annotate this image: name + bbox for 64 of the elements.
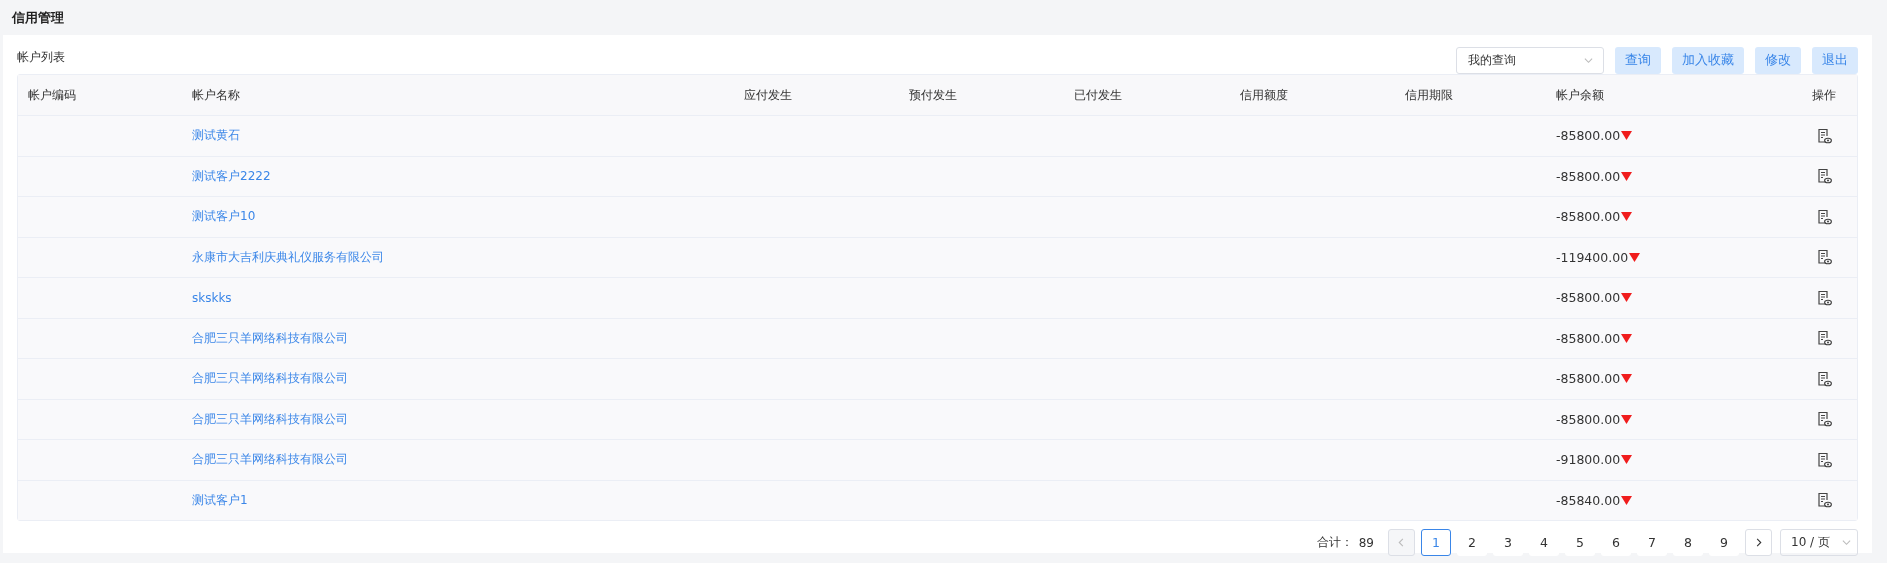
column-header: 帐户编码	[27, 86, 77, 104]
toolbar-button[interactable]: 加入收藏	[1672, 47, 1744, 74]
account-name-link[interactable]: 合肥三只羊网络科技有限公司	[182, 370, 348, 388]
account-name-link[interactable]: 测试客户10	[182, 208, 256, 226]
toolbar-button[interactable]: 退出	[1812, 47, 1858, 74]
view-document-icon[interactable]	[1816, 370, 1832, 387]
balance-value: -85800.00	[1556, 290, 1621, 306]
chevron-down-icon	[1584, 56, 1593, 65]
query-select[interactable]: 我的查询	[1456, 47, 1604, 74]
down-arrow-icon	[1621, 130, 1633, 142]
view-document-icon[interactable]	[1816, 168, 1832, 185]
view-document-icon[interactable]	[1816, 289, 1832, 306]
balance-value: -85800.00	[1556, 128, 1621, 144]
balance-value: -119400.00	[1556, 249, 1629, 265]
chevron-down-icon	[1842, 538, 1851, 547]
view-document-icon[interactable]	[1816, 208, 1832, 225]
total-label: 合计：	[1316, 534, 1353, 551]
view-document-icon[interactable]	[1816, 451, 1832, 468]
column-header: 已付发生	[1073, 86, 1123, 104]
view-document-icon[interactable]	[1816, 492, 1832, 509]
account-name-link[interactable]: 测试黄石	[182, 127, 240, 145]
account-name-link[interactable]: 合肥三只羊网络科技有限公司	[182, 410, 348, 428]
panel-title: 帐户列表	[17, 49, 65, 66]
down-arrow-icon	[1621, 373, 1633, 385]
toolbar-button[interactable]: 查询	[1615, 47, 1661, 74]
view-document-icon[interactable]	[1816, 411, 1832, 428]
column-header: 帐户名称	[191, 86, 241, 104]
column-header: 信用期限	[1404, 86, 1454, 104]
toolbar-button[interactable]: 修改	[1755, 47, 1801, 74]
down-arrow-icon	[1621, 332, 1633, 344]
column-header: 帐户余额	[1555, 86, 1605, 104]
down-arrow-icon	[1621, 170, 1633, 182]
column-header: 应付发生	[743, 86, 793, 104]
account-name-link[interactable]: 测试客户2222	[182, 167, 271, 185]
down-arrow-icon	[1621, 211, 1633, 223]
column-header: 预付发生	[908, 86, 958, 104]
balance-value: -85800.00	[1556, 330, 1621, 346]
account-name-link[interactable]: 测试客户1	[182, 491, 248, 509]
chevron-left-icon	[1397, 538, 1406, 547]
balance-value: -85800.00	[1556, 209, 1621, 225]
down-arrow-icon	[1621, 292, 1633, 304]
page-button[interactable]: 1	[1421, 529, 1451, 556]
down-arrow-icon	[1621, 494, 1633, 506]
view-document-icon[interactable]	[1816, 330, 1832, 347]
account-name-link[interactable]: 合肥三只羊网络科技有限公司	[182, 451, 348, 469]
view-document-icon[interactable]	[1816, 127, 1832, 144]
account-name-link[interactable]: skskks	[182, 290, 232, 305]
balance-value: -85800.00	[1556, 371, 1621, 387]
page-title: 信用管理	[12, 8, 64, 27]
down-arrow-icon	[1621, 413, 1633, 425]
column-header: 操作	[1811, 86, 1837, 104]
chevron-right-icon	[1754, 538, 1763, 547]
total-count: 89	[1358, 535, 1374, 550]
balance-value: -85840.00	[1556, 492, 1621, 508]
column-header: 信用额度	[1239, 86, 1289, 104]
view-document-icon[interactable]	[1816, 249, 1832, 266]
balance-value: -85800.00	[1556, 168, 1621, 184]
balance-value: -85800.00	[1556, 411, 1621, 427]
account-name-link[interactable]: 合肥三只羊网络科技有限公司	[182, 329, 348, 347]
page-size-select[interactable]: 10 / 页	[1780, 529, 1858, 556]
down-arrow-icon	[1629, 251, 1641, 263]
balance-value: -91800.00	[1556, 452, 1621, 468]
account-name-link[interactable]: 永康市大吉利庆典礼仪服务有限公司	[182, 248, 384, 266]
down-arrow-icon	[1621, 454, 1633, 466]
